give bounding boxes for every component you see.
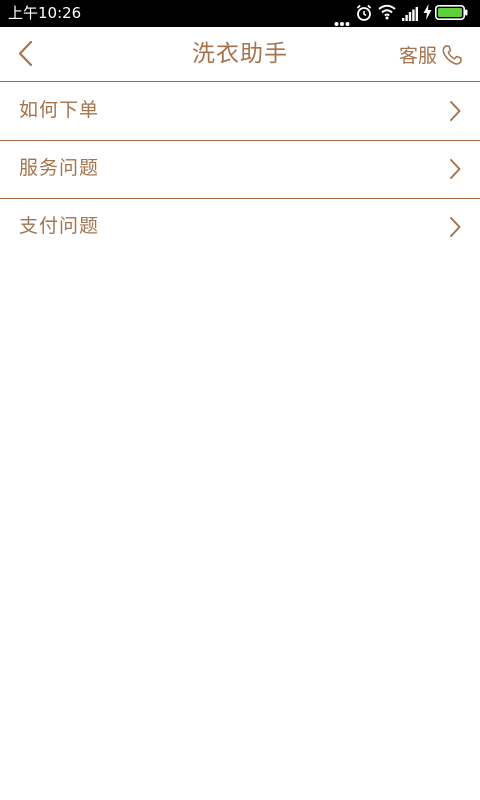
menu-item-label: 服务问题 — [19, 157, 100, 179]
menu-item-payment-issues[interactable]: 支付问题 — [0, 199, 480, 257]
app-bar: 洗衣助手 客服 — [0, 27, 480, 82]
battery-icon — [435, 5, 468, 24]
chevron-right-icon — [448, 216, 462, 242]
status-icons — [334, 4, 474, 26]
chevron-right-icon — [448, 158, 462, 184]
status-time: 上午10:26 — [8, 4, 82, 22]
menu-item-label: 支付问题 — [19, 215, 100, 237]
phone-icon — [441, 44, 463, 70]
chevron-right-icon — [448, 100, 462, 126]
help-menu-list: 如何下单 服务问题 支付问题 — [0, 83, 480, 257]
alarm-icon — [356, 4, 372, 26]
menu-item-label: 如何下单 — [19, 99, 100, 121]
menu-item-service-issues[interactable]: 服务问题 — [0, 141, 480, 199]
status-bar: 上午10:26 — [0, 0, 480, 27]
charging-icon — [423, 4, 432, 24]
signal-icon — [402, 6, 418, 25]
customer-service-label: 客服 — [398, 45, 437, 67]
menu-item-how-to-order[interactable]: 如何下单 — [0, 83, 480, 141]
wifi-icon — [378, 4, 396, 24]
customer-service-button[interactable]: 客服 — [393, 41, 463, 69]
